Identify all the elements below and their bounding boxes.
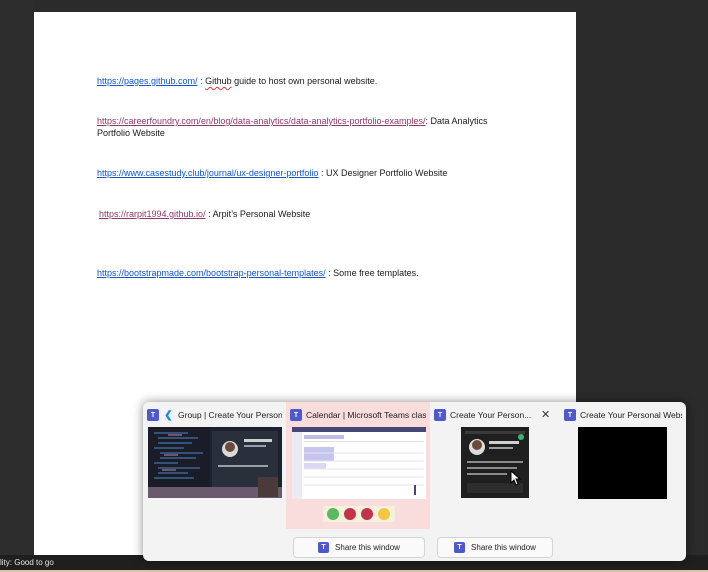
accessibility-status[interactable]: lity: Good to go — [0, 558, 54, 567]
share-button-label: Share this window — [335, 543, 400, 552]
close-icon[interactable]: ✕ — [541, 408, 550, 421]
window-title-bar: T ❮ Group | Create Your Person... — [147, 408, 282, 422]
window-title: Create Your Personal Webs... — [580, 410, 682, 420]
window-preview-image — [292, 427, 426, 499]
window-thumb-group[interactable]: T ❮ Group | Create Your Person... — [143, 402, 286, 529]
clock-button[interactable] — [378, 508, 390, 520]
call-controls — [323, 506, 395, 522]
teams-icon: T — [454, 542, 466, 553]
link-careerfoundry[interactable]: https://careerfoundry.com/en/blog/data-a… — [97, 116, 426, 126]
link-casestudy[interactable]: https://www.casestudy.club/journal/ux-de… — [97, 168, 318, 178]
window-title: Calendar | Microsoft Teams clas... — [306, 410, 426, 420]
line-text: : Arpit’s Personal Website — [205, 209, 311, 219]
window-title-bar: T Create Your Person... — [434, 408, 540, 422]
window-title-bar: T Calendar | Microsoft Teams clas... — [290, 408, 426, 422]
doc-line-5: https://bootstrapmade.com/bootstrap-pers… — [97, 267, 517, 279]
record-button[interactable] — [344, 508, 356, 520]
share-button-label: Share this window — [471, 543, 536, 552]
vscode-icon: ❮ — [164, 409, 173, 421]
teams-icon: T — [434, 409, 446, 421]
doc-line-4: https://rarpit1994.github.io/ : Arpit’s … — [99, 208, 519, 220]
window-thumb-create-personal-website[interactable]: T Create Your Personal Webs... — [560, 402, 686, 529]
link-bootstrapmade[interactable]: https://bootstrapmade.com/bootstrap-pers… — [97, 268, 326, 278]
accept-call-button[interactable] — [327, 508, 339, 520]
link-rarpit-site[interactable]: https://rarpit1994.github.io/ — [99, 209, 206, 219]
line-text: : Some free templates. — [325, 268, 419, 278]
share-window-button-2[interactable]: T Share this window — [437, 537, 553, 558]
taskbar-window-previews: T ❮ Group | Create Your Person... T Cale… — [143, 402, 686, 561]
teams-icon: T — [564, 409, 576, 421]
line-text: guide to host own personal website. — [231, 76, 378, 86]
teams-icon: T — [290, 409, 302, 421]
separator-text: : — [197, 76, 206, 86]
window-title: Create Your Person... — [450, 410, 532, 420]
window-title: Group | Create Your Person... — [178, 410, 282, 420]
link-github-pages[interactable]: https://pages.github.com/ — [97, 76, 198, 86]
share-window-button-1[interactable]: T Share this window — [293, 537, 425, 558]
teams-icon: T — [318, 542, 330, 553]
doc-line-3: https://www.casestudy.club/journal/ux-de… — [97, 167, 517, 179]
window-thumb-create-personal[interactable]: T Create Your Person... ✕ — [430, 402, 560, 529]
window-preview-image — [148, 427, 282, 498]
mouse-cursor-icon — [510, 470, 522, 486]
doc-line-1: https://pages.github.com/ : Github guide… — [97, 75, 517, 87]
window-preview-image — [461, 427, 529, 498]
line-text: : UX Designer Portfolio Website — [318, 168, 448, 178]
doc-line-2: https://careerfoundry.com/en/blog/data-a… — [97, 115, 517, 139]
window-title-bar: T Create Your Personal Webs... — [564, 408, 682, 422]
end-call-button[interactable] — [361, 508, 373, 520]
window-thumb-calendar[interactable]: T Calendar | Microsoft Teams clas... — [286, 402, 430, 529]
background-left — [0, 0, 34, 555]
misspelled-word[interactable]: Github — [205, 76, 232, 86]
teams-icon: T — [147, 409, 159, 421]
window-preview-image — [578, 427, 667, 499]
